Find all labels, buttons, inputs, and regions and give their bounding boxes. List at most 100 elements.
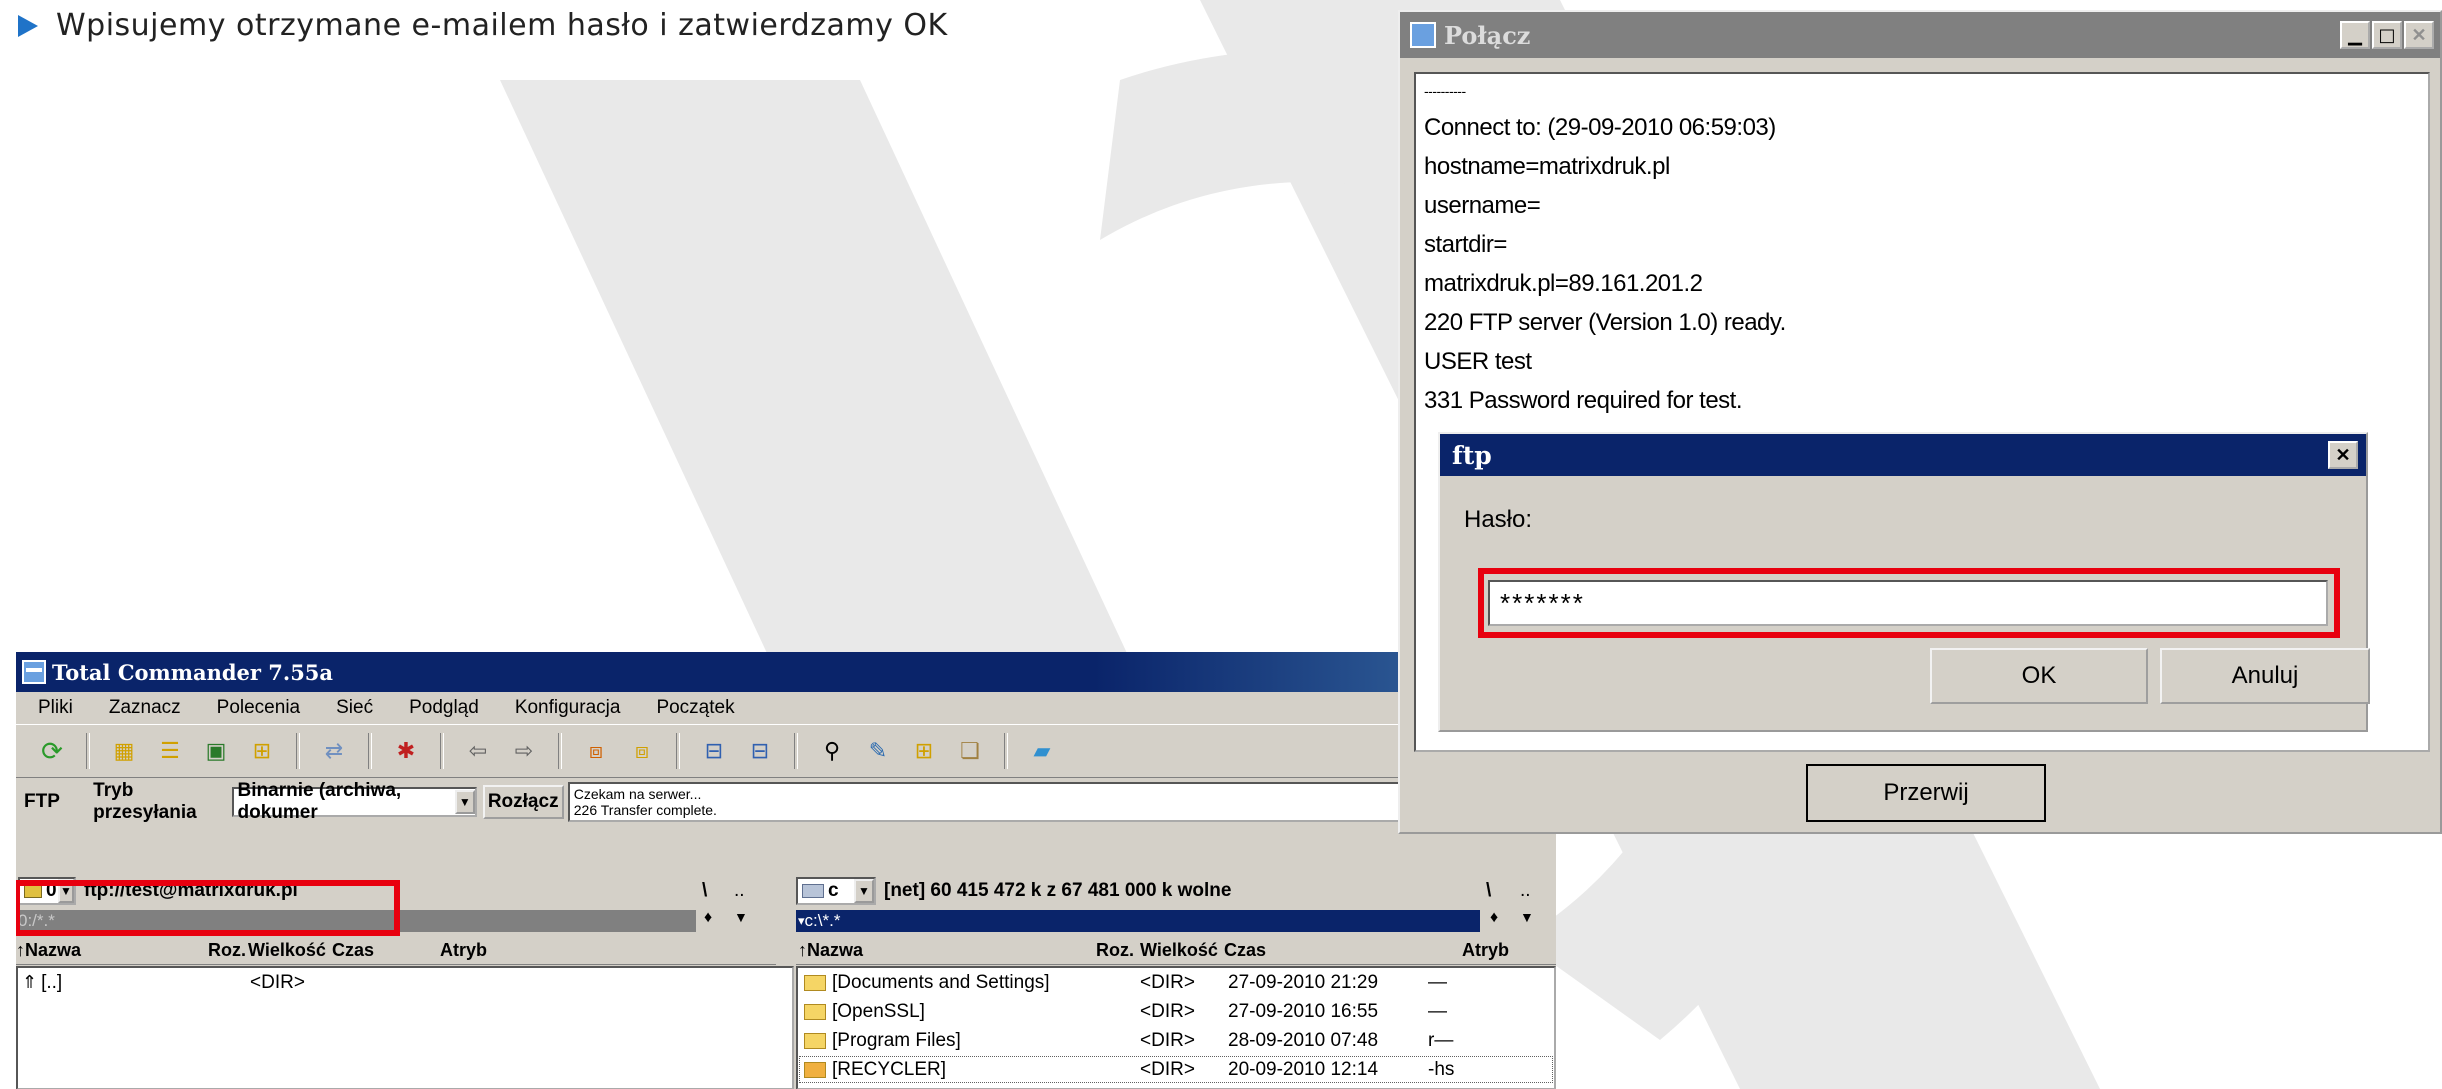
connect-title: Połącz bbox=[1444, 20, 1531, 50]
left-parent-button[interactable]: .. bbox=[734, 880, 745, 902]
tc-titlebar[interactable]: Total Commander 7.55a bbox=[16, 652, 1556, 692]
file-name: [Program Files] bbox=[832, 1029, 961, 1051]
right-hotlist-button[interactable]: ▼ bbox=[1520, 909, 1534, 925]
col-size[interactable]: Wielkość bbox=[1140, 940, 1218, 961]
menu-konfiguracja[interactable]: Konfiguracja bbox=[515, 697, 621, 719]
col-name[interactable]: ↑Nazwa bbox=[16, 940, 81, 961]
log-line: 331 Password required for test. bbox=[1424, 387, 1743, 414]
connect-window: Połącz ▁ □ ✕ ---------- Connect to: (29-… bbox=[1398, 10, 2442, 834]
col-ext[interactable]: Roz. bbox=[1096, 940, 1134, 961]
multi-rename-icon[interactable]: ✎ bbox=[860, 733, 896, 769]
close-icon[interactable]: ✕ bbox=[2404, 21, 2434, 49]
icons-view-icon[interactable]: ▦ bbox=[106, 733, 142, 769]
col-ext[interactable]: Roz. bbox=[208, 940, 246, 961]
chevron-down-icon[interactable]: ▼ bbox=[854, 879, 874, 903]
right-root-button[interactable]: \ bbox=[1486, 880, 1491, 902]
right-file-panel: [Documents and Settings] <DIR> 27-09-201… bbox=[796, 966, 1556, 1089]
disconnect-label: Rozłącz bbox=[487, 791, 559, 812]
abort-label: Przerwij bbox=[1883, 779, 1969, 806]
close-icon[interactable]: ✕ bbox=[2328, 441, 2358, 469]
transfer-mode-value: Binarnie (archiwa, dokumer bbox=[237, 780, 402, 823]
notepad-icon[interactable]: ▰ bbox=[1024, 733, 1060, 769]
file-time: 27-09-2010 16:55 bbox=[1228, 1000, 1379, 1022]
list-item[interactable]: [Program Files] <DIR> 28-09-2010 07:48 r… bbox=[798, 1026, 1554, 1055]
col-attr[interactable]: Atryb bbox=[1462, 940, 1509, 961]
disconnect-button[interactable]: Rozłącz bbox=[482, 785, 564, 819]
col-time[interactable]: Czas bbox=[332, 940, 374, 961]
compare-icon[interactable]: ⇄ bbox=[316, 733, 352, 769]
password-highlight bbox=[1478, 568, 2340, 638]
toolbar-separator bbox=[296, 733, 300, 769]
left-path-highlight bbox=[16, 880, 400, 936]
col-attr[interactable]: Atryb bbox=[440, 940, 487, 961]
up-dir-icon: ⇑ bbox=[22, 972, 38, 992]
forward-icon[interactable]: ⇨ bbox=[506, 733, 542, 769]
file-name: [OpenSSL] bbox=[832, 1000, 925, 1022]
ftp-dialog-titlebar[interactable]: ftp ✕ bbox=[1440, 434, 2366, 476]
instruction-text: Wpisujemy otrzymane e-mailem hasło i zat… bbox=[56, 8, 948, 43]
right-path-filter[interactable]: ▾ c:\*.* bbox=[796, 910, 1480, 932]
select-icon[interactable]: ✱ bbox=[388, 733, 424, 769]
col-time[interactable]: Czas bbox=[1224, 940, 1266, 961]
left-file-panel: ⇑ [..] <DIR> bbox=[16, 966, 794, 1089]
log-line: startdir= bbox=[1424, 231, 1507, 258]
log-line: matrixdruk.pl=89.161.201.2 bbox=[1424, 270, 1703, 297]
back-icon[interactable]: ⇦ bbox=[460, 733, 496, 769]
tc-menubar: Pliki Zaznacz Polecenia Sieć Podgląd Kon… bbox=[16, 692, 1556, 724]
col-size[interactable]: Wielkość bbox=[248, 940, 326, 961]
abort-button[interactable]: Przerwij bbox=[1806, 764, 2046, 822]
left-hotlist-button[interactable]: ▼ bbox=[734, 909, 748, 925]
list-item[interactable]: [Documents and Settings] <DIR> 27-09-201… bbox=[798, 968, 1554, 997]
tree-view-icon[interactable]: ⊞ bbox=[244, 733, 280, 769]
app-icon bbox=[22, 660, 46, 684]
menu-poczatek[interactable]: Początek bbox=[656, 697, 734, 719]
copy-names-icon[interactable]: ❏ bbox=[952, 733, 988, 769]
left-history-button[interactable]: ♦ bbox=[704, 909, 712, 927]
log-line: Connect to: (29-09-2010 06:59:03) bbox=[1424, 114, 1776, 141]
folder-icon bbox=[804, 1003, 826, 1020]
minimize-icon[interactable]: ▁ bbox=[2340, 21, 2370, 49]
unpack-icon[interactable]: ⧈ bbox=[624, 733, 660, 769]
file-attr: r— bbox=[1428, 1029, 1454, 1051]
right-parent-button[interactable]: .. bbox=[1520, 880, 1531, 902]
window-controls: ▁ □ ✕ bbox=[2340, 21, 2434, 49]
toolbar-separator bbox=[794, 733, 798, 769]
transfer-mode-select[interactable]: Binarnie (archiwa, dokumer ▼ bbox=[231, 780, 477, 823]
menu-pliki[interactable]: Pliki bbox=[38, 697, 73, 719]
menu-siec[interactable]: Sieć bbox=[336, 697, 373, 719]
ok-label: OK bbox=[2021, 662, 2057, 689]
ok-button[interactable]: OK bbox=[1930, 648, 2148, 704]
log-line: 220 FTP server (Version 1.0) ready. bbox=[1424, 309, 1786, 336]
col-name[interactable]: ↑Nazwa bbox=[798, 940, 863, 961]
ftp-url-icon[interactable]: ⊟ bbox=[742, 733, 778, 769]
log-line: username= bbox=[1424, 192, 1541, 219]
maximize-icon[interactable]: □ bbox=[2372, 21, 2402, 49]
menu-polecenia[interactable]: Polecenia bbox=[217, 697, 300, 719]
menu-podglad[interactable]: Podgląd bbox=[409, 697, 479, 719]
toolbar-separator bbox=[558, 733, 562, 769]
chevron-down-icon[interactable]: ▼ bbox=[454, 790, 475, 814]
cancel-button[interactable]: Anuluj bbox=[2160, 648, 2370, 704]
right-drive-select[interactable]: c ▼ bbox=[796, 877, 876, 905]
list-item[interactable]: [OpenSSL] <DIR> 27-09-2010 16:55 — bbox=[798, 997, 1554, 1026]
thumbnail-view-icon[interactable]: ▣ bbox=[198, 733, 234, 769]
ftp-connect-icon[interactable]: ⊟ bbox=[696, 733, 732, 769]
list-item[interactable]: [RECYCLER] <DIR> 20-09-2010 12:14 -hs bbox=[798, 1055, 1554, 1084]
pack-icon[interactable]: ⧈ bbox=[578, 733, 614, 769]
menu-zaznacz[interactable]: Zaznacz bbox=[109, 697, 181, 719]
network-drive-icon bbox=[802, 884, 824, 898]
list-item[interactable]: ⇑ [..] <DIR> bbox=[18, 968, 792, 997]
sync-dirs-icon[interactable]: ⊞ bbox=[906, 733, 942, 769]
file-attr: — bbox=[1428, 1000, 1447, 1022]
refresh-icon[interactable]: ⟳ bbox=[34, 733, 70, 769]
search-icon[interactable]: ⚲ bbox=[814, 733, 850, 769]
list-view-icon[interactable]: ☰ bbox=[152, 733, 188, 769]
file-size: <DIR> bbox=[1140, 971, 1195, 993]
right-drive-letter: c bbox=[828, 880, 839, 901]
log-line: USER test bbox=[1424, 348, 1532, 375]
connect-titlebar[interactable]: Połącz ▁ □ ✕ bbox=[1400, 12, 2440, 58]
cancel-label: Anuluj bbox=[2231, 662, 2299, 689]
file-time: 28-09-2010 07:48 bbox=[1228, 1029, 1379, 1051]
left-root-button[interactable]: \ bbox=[702, 880, 707, 902]
right-history-button[interactable]: ♦ bbox=[1490, 909, 1498, 927]
